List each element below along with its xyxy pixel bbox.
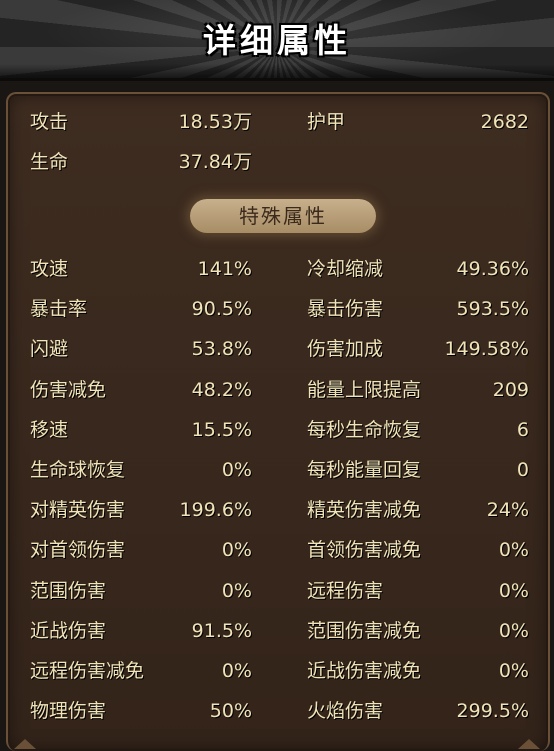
stat-label: 冷却缩减 <box>307 258 384 280</box>
stat-row: 冷却缩减 49.36% <box>307 254 529 284</box>
stat-label: 每秒能量回复 <box>307 459 422 481</box>
stat-label: 伤害减免 <box>30 379 107 401</box>
stat-row: 暴击率 90.5% <box>30 294 252 324</box>
stat-row: 近战伤害减免 0% <box>307 656 529 686</box>
stat-row: 精英伤害减免 24% <box>307 495 529 525</box>
stat-label: 生命 <box>30 151 69 173</box>
stat-label: 近战伤害 <box>30 620 107 642</box>
stat-row: 攻击 18.53万 <box>30 107 252 137</box>
stat-value: 48.2% <box>191 379 252 401</box>
stat-row: 范围伤害减免 0% <box>307 616 529 646</box>
stat-row: 首领伤害减免 0% <box>307 535 529 565</box>
stat-value: 141% <box>197 258 252 280</box>
stat-row: 闪避 53.8% <box>30 334 252 364</box>
stat-row: 每秒生命恢复 6 <box>307 415 529 445</box>
stat-row: 攻速 141% <box>30 254 252 284</box>
stat-label: 首领伤害减免 <box>307 539 422 561</box>
stat-label: 护甲 <box>307 111 346 133</box>
stat-row: 移速 15.5% <box>30 415 252 445</box>
stat-value: 0% <box>498 620 529 642</box>
stat-label: 火焰伤害 <box>307 700 384 722</box>
stat-value: 299.5% <box>456 700 529 722</box>
stat-value: 6 <box>516 419 529 441</box>
stat-row: 物理伤害 50% <box>30 696 252 726</box>
stat-label: 对精英伤害 <box>30 499 126 521</box>
stat-label: 能量上限提高 <box>307 379 422 401</box>
stat-row: 火焰伤害 299.5% <box>307 696 529 726</box>
stat-value: 149.58% <box>444 338 529 360</box>
stat-value: 18.53万 <box>178 111 252 133</box>
stat-label: 近战伤害减免 <box>307 660 422 682</box>
stat-value: 0% <box>221 660 252 682</box>
stat-label: 暴击伤害 <box>307 298 384 320</box>
stat-value: 24% <box>486 499 529 521</box>
stat-row: 生命 37.84万 <box>30 147 252 177</box>
stat-label: 物理伤害 <box>30 700 107 722</box>
stat-row: 能量上限提高 209 <box>307 375 529 405</box>
stat-label: 范围伤害 <box>30 580 107 602</box>
stat-label: 生命球恢复 <box>30 459 126 481</box>
stat-value: 53.8% <box>191 338 252 360</box>
stat-value: 209 <box>492 379 529 401</box>
special-attributes-header: 特殊属性 <box>190 199 376 233</box>
stat-label: 远程伤害减免 <box>30 660 145 682</box>
stat-label: 攻击 <box>30 111 69 133</box>
stat-label: 闪避 <box>30 338 69 360</box>
stat-row: 范围伤害 0% <box>30 576 252 606</box>
stat-value: 0% <box>221 580 252 602</box>
stat-value: 0% <box>221 459 252 481</box>
stat-label: 范围伤害减免 <box>307 620 422 642</box>
stat-row: 对首领伤害 0% <box>30 535 252 565</box>
stat-value: 0% <box>498 580 529 602</box>
stat-label: 精英伤害减免 <box>307 499 422 521</box>
stat-row: 每秒能量回复 0 <box>307 455 529 485</box>
stat-label: 移速 <box>30 419 69 441</box>
stat-value: 0% <box>498 660 529 682</box>
stat-value: 50% <box>209 700 252 722</box>
stat-row: 护甲 2682 <box>307 107 529 137</box>
stat-label: 远程伤害 <box>307 580 384 602</box>
stat-label: 攻速 <box>30 258 69 280</box>
stat-label: 每秒生命恢复 <box>307 419 422 441</box>
stat-row: 生命球恢复 0% <box>30 455 252 485</box>
stat-value: 199.6% <box>179 499 252 521</box>
stat-label: 对首领伤害 <box>30 539 126 561</box>
stat-label: 暴击率 <box>30 298 88 320</box>
stat-value: 0 <box>516 459 529 481</box>
stat-value: 2682 <box>480 111 529 133</box>
stat-row: 伤害加成 149.58% <box>307 334 529 364</box>
stat-row: 伤害减免 48.2% <box>30 375 252 405</box>
stat-row: 近战伤害 91.5% <box>30 616 252 646</box>
stat-value: 91.5% <box>191 620 252 642</box>
stat-value: 49.36% <box>456 258 529 280</box>
stat-label: 伤害加成 <box>307 338 384 360</box>
stat-row: 远程伤害减免 0% <box>30 656 252 686</box>
stat-row: 对精英伤害 199.6% <box>30 495 252 525</box>
stat-value: 0% <box>498 539 529 561</box>
stat-value: 15.5% <box>191 419 252 441</box>
header-bar: 详细属性 <box>0 0 554 81</box>
stat-value: 0% <box>221 539 252 561</box>
page-title: 详细属性 <box>203 21 351 60</box>
stat-value: 37.84万 <box>178 151 252 173</box>
stat-row: 远程伤害 0% <box>307 576 529 606</box>
stat-value: 593.5% <box>456 298 529 320</box>
stat-row: 暴击伤害 593.5% <box>307 294 529 324</box>
stat-value: 90.5% <box>191 298 252 320</box>
